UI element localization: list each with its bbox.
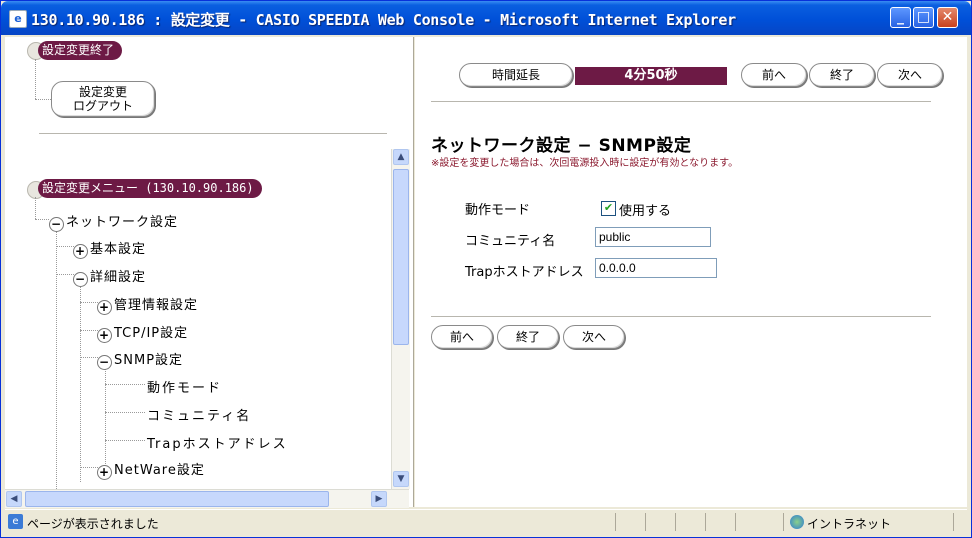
logout-button-line2: ログアウト [72, 99, 133, 113]
page-done-icon: e [8, 514, 23, 529]
collapse-icon[interactable]: − [49, 217, 64, 232]
expand-icon[interactable]: + [97, 300, 112, 315]
minimize-button[interactable]: _ [890, 7, 911, 28]
tree-leaf-community[interactable]: コミュニティ名 [147, 405, 251, 424]
divider [431, 316, 931, 317]
tree-snmp-label: SNMP設定 [114, 353, 184, 368]
settings-logout-button[interactable]: 設定変更 ログアウト [51, 81, 155, 117]
tree-tcpip[interactable]: + TCP/IP設定 [97, 322, 188, 343]
end-settings-pill: 設定変更終了 [38, 41, 123, 60]
tree-detail-label: 詳細設定 [90, 270, 147, 285]
horizontal-scroll-thumb[interactable] [25, 491, 329, 507]
session-timer: 4分50秒 [575, 67, 727, 85]
vertical-scroll-thumb[interactable] [393, 169, 409, 345]
collapse-icon[interactable]: − [73, 272, 88, 287]
tree-mgmt-label: 管理情報設定 [114, 298, 199, 313]
section-title: ネットワーク設定 − SNMP設定 [431, 136, 692, 156]
tree-leaf-trap[interactable]: Trapホストアドレス [147, 433, 288, 452]
scroll-left-icon[interactable]: ◀ [6, 491, 22, 507]
tree-tcpip-label: TCP/IP設定 [114, 326, 189, 341]
prev-button-bottom[interactable]: 前へ [431, 325, 493, 349]
scroll-up-icon[interactable]: ▲ [393, 149, 409, 165]
menu-tree-area: 設定変更終了 設定変更 ログアウト 設定変更メニュー (130.10.90.18… [5, 37, 391, 489]
expand-icon[interactable]: + [73, 244, 88, 259]
divider [431, 101, 931, 102]
tree-netware[interactable]: + NetWare設定 [97, 459, 205, 480]
tree-mgmt[interactable]: + 管理情報設定 [97, 294, 198, 315]
title-bar[interactable]: e 130.10.90.186 : 設定変更 - CASIO SPEEDIA W… [1, 1, 971, 35]
status-text: ページが表示されました [27, 517, 159, 531]
tree-netware-label: NetWare設定 [114, 463, 205, 478]
expand-icon[interactable]: + [97, 465, 112, 480]
section-note: ※設定を変更した場合は、次回電源投入時に設定が有効となります。 [431, 158, 739, 169]
maximize-button[interactable]: □ [913, 7, 934, 28]
trap-label: Trapホストアドレス [465, 265, 584, 280]
settings-menu-pill: 設定変更メニュー (130.10.90.186) [38, 179, 262, 198]
tree-network-label: ネットワーク設定 [66, 215, 179, 230]
horizontal-scrollbar[interactable]: ◀ ▶ [5, 489, 409, 508]
trap-input[interactable]: 0.0.0.0 [595, 258, 717, 278]
status-bar: e ページが表示されました イントラネット [5, 509, 967, 534]
collapse-icon[interactable]: − [97, 355, 112, 370]
zone-text: イントラネット [807, 517, 892, 531]
extend-time-button[interactable]: 時間延長 [459, 63, 573, 87]
mode-label: 動作モード [465, 203, 531, 218]
tree-snmp[interactable]: − SNMP設定 [97, 349, 183, 370]
mode-checkbox-label[interactable]: 使用する [619, 200, 671, 219]
intranet-zone-icon [790, 515, 804, 529]
browser-window: e 130.10.90.186 : 設定変更 - CASIO SPEEDIA W… [0, 0, 972, 538]
community-input[interactable]: public [595, 227, 711, 247]
tree-leaf-mode[interactable]: 動作モード [147, 377, 222, 396]
community-label: コミュニティ名 [465, 234, 556, 249]
vertical-scrollbar[interactable]: ▲ ▼ [391, 149, 410, 489]
scroll-down-icon[interactable]: ▼ [393, 471, 409, 487]
next-button-top[interactable]: 次へ [877, 63, 943, 87]
tree-basic-label: 基本設定 [90, 242, 147, 257]
scroll-right-icon[interactable]: ▶ [371, 491, 387, 507]
left-frame: 設定変更終了 設定変更 ログアウト 設定変更メニュー (130.10.90.18… [5, 37, 414, 508]
prev-button-top[interactable]: 前へ [741, 63, 807, 87]
logout-button-line1: 設定変更 [78, 85, 127, 99]
tree-network[interactable]: − ネットワーク設定 [49, 211, 178, 232]
right-frame: 時間延長 4分50秒 前へ 終了 次へ ネットワーク設定 − SNMP設定 ※設… [415, 37, 967, 507]
expand-icon[interactable]: + [97, 328, 112, 343]
end-button-bottom[interactable]: 終了 [497, 325, 559, 349]
window-title: 130.10.90.186 : 設定変更 - CASIO SPEEDIA Web… [31, 11, 736, 29]
close-button[interactable]: ✕ [937, 7, 958, 28]
tree-basic[interactable]: + 基本設定 [73, 238, 146, 259]
tree-detail[interactable]: − 詳細設定 [73, 266, 146, 287]
divider [39, 133, 387, 134]
next-button-bottom[interactable]: 次へ [563, 325, 625, 349]
mode-checkbox[interactable]: ✔ [601, 201, 616, 216]
ie-page-icon: e [9, 10, 27, 28]
end-button-top[interactable]: 終了 [809, 63, 875, 87]
